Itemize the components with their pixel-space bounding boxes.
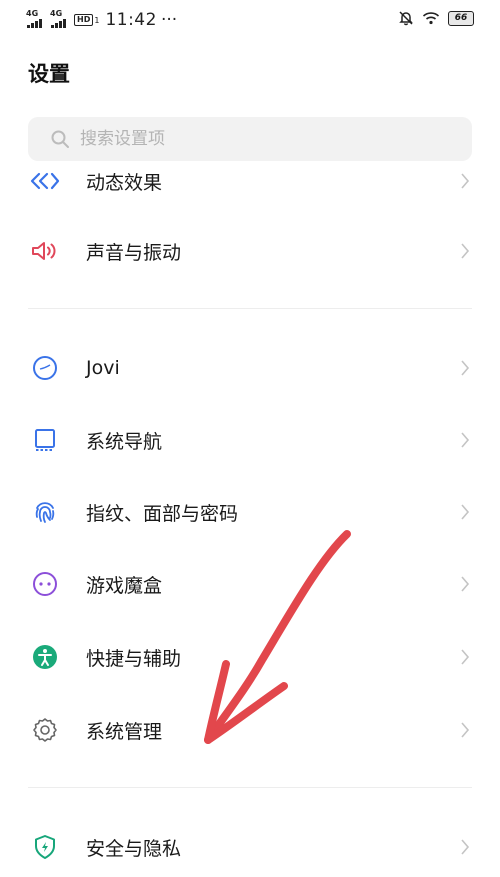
status-bar-left: 4G 4G HD 1 11:42 ··· (26, 9, 178, 31)
chevron-right-icon (461, 504, 470, 520)
chevron-right-icon (461, 360, 470, 376)
shield-icon (30, 832, 60, 862)
signal-label-1: 4G (26, 9, 39, 18)
hd-voice-sub: 1 (94, 15, 100, 25)
status-bar-right: 66 (398, 10, 474, 26)
settings-item-system-navigation[interactable]: 系统导航 (0, 410, 500, 470)
gear-icon (30, 715, 60, 745)
signal-label-2: 4G (50, 9, 63, 18)
battery-icon: 66 (448, 10, 474, 26)
cell-signal-icon-1: 4G (26, 9, 46, 29)
settings-item-game-box[interactable]: 游戏魔盒 (0, 554, 500, 614)
silent-bell-icon (399, 11, 413, 26)
chevron-right-icon (461, 432, 470, 448)
hd-voice-icon: HD (74, 14, 94, 26)
settings-item-label: 快捷与辅助 (86, 647, 182, 670)
settings-item-label: 指纹、面部与密码 (86, 502, 239, 525)
settings-item-label: 安全与隐私 (86, 837, 182, 860)
chevron-right-icon (461, 649, 470, 665)
settings-item-label: 声音与振动 (86, 241, 182, 264)
settings-item-label: Jovi (86, 357, 120, 379)
fingerprint-icon (30, 497, 60, 527)
status-time: 11:42 (105, 10, 157, 30)
settings-item-dynamic-effects[interactable]: 动态效果 (0, 151, 500, 211)
accessibility-icon (30, 642, 60, 672)
chevron-right-icon (461, 839, 470, 855)
wifi-icon (422, 12, 440, 25)
section-divider (28, 787, 472, 788)
settings-item-label: 游戏魔盒 (86, 574, 163, 597)
game-box-icon (30, 569, 60, 599)
more-notifications-icon: ··· (160, 10, 178, 30)
chevron-right-icon (461, 243, 470, 259)
settings-item-system-management[interactable]: 系统管理 (0, 700, 500, 760)
chevron-right-icon (461, 722, 470, 738)
settings-item-jovi[interactable]: Jovi (0, 338, 500, 398)
search-icon (51, 130, 69, 148)
chevron-right-icon (461, 173, 470, 189)
settings-item-label: 系统管理 (86, 720, 163, 743)
section-divider (28, 308, 472, 309)
settings-item-shortcuts-accessibility[interactable]: 快捷与辅助 (0, 627, 500, 687)
page-title: 设置 (28, 62, 70, 86)
navigation-icon (30, 425, 60, 455)
jovi-icon (30, 353, 60, 383)
settings-item-fingerprint-face-password[interactable]: 指纹、面部与密码 (0, 482, 500, 542)
speaker-icon (30, 236, 60, 266)
status-bar: 4G 4G HD 1 11:42 ··· 66 (0, 0, 500, 40)
settings-item-label: 动态效果 (86, 171, 163, 194)
settings-item-security-privacy[interactable]: 安全与隐私 (0, 817, 500, 877)
settings-item-sound-vibration[interactable]: 声音与振动 (0, 221, 500, 281)
chevron-right-icon (461, 576, 470, 592)
settings-item-label: 系统导航 (86, 430, 163, 453)
search-input[interactable] (78, 128, 442, 150)
cell-signal-icon-2: 4G (50, 9, 70, 29)
dynamic-effects-icon (30, 166, 60, 196)
